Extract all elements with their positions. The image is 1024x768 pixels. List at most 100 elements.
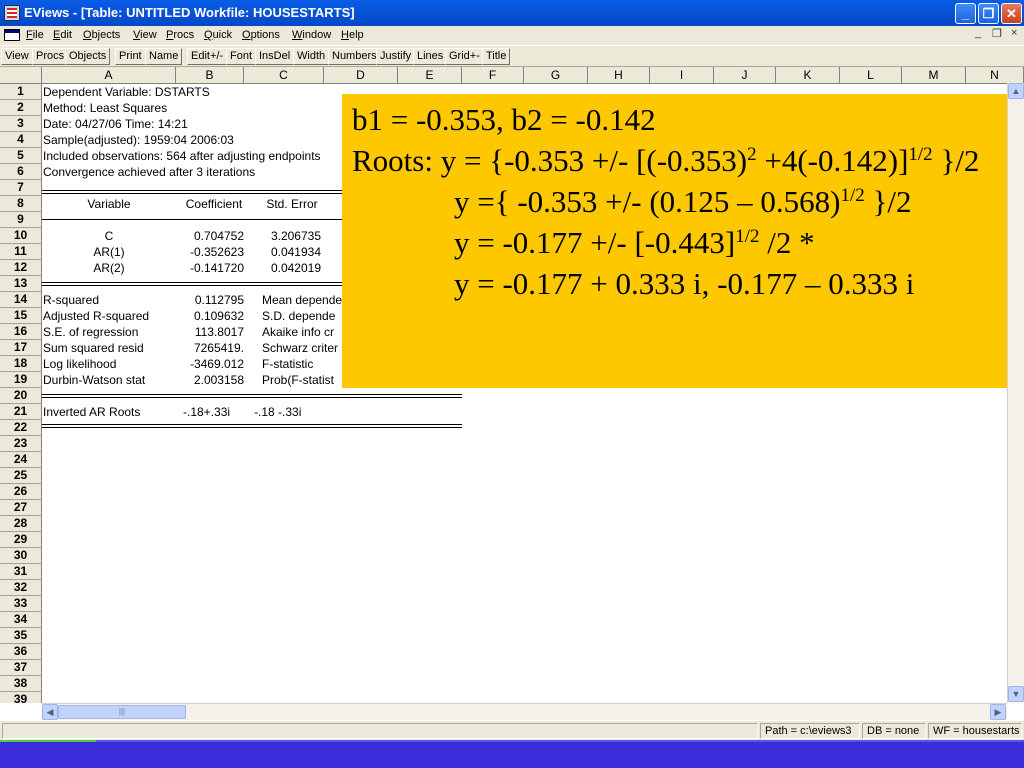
- column-header-c[interactable]: C: [244, 67, 324, 84]
- stat-value[interactable]: 7265419.: [176, 340, 244, 356]
- stat-label[interactable]: Adjusted R-squared: [43, 308, 149, 324]
- row-header-26[interactable]: 26: [0, 484, 42, 500]
- column-header-k[interactable]: K: [776, 67, 840, 84]
- menu-window[interactable]: Window: [292, 29, 331, 41]
- row-header-5[interactable]: 5: [0, 148, 42, 164]
- row-header-8[interactable]: 8: [0, 196, 42, 212]
- row-header-27[interactable]: 27: [0, 500, 42, 516]
- convergence-cell[interactable]: Convergence achieved after 3 iterations: [43, 164, 255, 180]
- toolbar-font-button[interactable]: Font: [226, 48, 257, 65]
- eviews-app-icon[interactable]: [4, 5, 20, 21]
- row-header-31[interactable]: 31: [0, 564, 42, 580]
- row-header-11[interactable]: 11: [0, 244, 42, 260]
- row-header-4[interactable]: 4: [0, 132, 42, 148]
- row-header-37[interactable]: 37: [0, 660, 42, 676]
- select-all-corner[interactable]: [0, 67, 42, 84]
- row-header-33[interactable]: 33: [0, 596, 42, 612]
- row-header-16[interactable]: 16: [0, 324, 42, 340]
- menu-view[interactable]: View: [133, 29, 157, 41]
- column-header-m[interactable]: M: [902, 67, 966, 84]
- coefficient-header[interactable]: Coefficient: [176, 196, 252, 212]
- horizontal-scrollbar[interactable]: ◀ ||| ▶: [42, 703, 1007, 720]
- row-header-3[interactable]: 3: [0, 116, 42, 132]
- menu-options[interactable]: Options: [242, 29, 280, 41]
- table-row-coefficient[interactable]: -0.352623: [176, 244, 244, 260]
- inverted-ar-roots-label[interactable]: Inverted AR Roots: [43, 404, 140, 420]
- toolbar-width-button[interactable]: Width: [293, 48, 330, 65]
- row-header-38[interactable]: 38: [0, 676, 42, 692]
- table-row-coefficient[interactable]: -0.141720: [176, 260, 244, 276]
- toolbar-numbers-button[interactable]: Numbers: [328, 48, 381, 65]
- stat-label[interactable]: S.E. of regression: [43, 324, 138, 340]
- toolbar-lines-button[interactable]: Lines: [413, 48, 448, 65]
- row-header-2[interactable]: 2: [0, 100, 42, 116]
- row-header-17[interactable]: 17: [0, 340, 42, 356]
- row-header-15[interactable]: 15: [0, 308, 42, 324]
- row-header-24[interactable]: 24: [0, 452, 42, 468]
- table-row-coefficient[interactable]: 0.704752: [176, 228, 244, 244]
- scroll-right-icon[interactable]: ▶: [990, 704, 1006, 720]
- stat-value[interactable]: 113.8017: [176, 324, 244, 340]
- stat-label-2[interactable]: F-statistic: [262, 356, 313, 372]
- stat-label[interactable]: Log likelihood: [43, 356, 116, 372]
- menu-procs[interactable]: Procs: [166, 29, 194, 41]
- menu-objects[interactable]: Objects: [83, 29, 120, 41]
- column-header-d[interactable]: D: [324, 67, 398, 84]
- stat-label-2[interactable]: Schwarz criter: [262, 340, 338, 356]
- column-header-n[interactable]: N: [966, 67, 1024, 84]
- row-header-10[interactable]: 10: [0, 228, 42, 244]
- toolbar-objects-button[interactable]: Objects: [65, 48, 111, 65]
- restore-button[interactable]: ❐: [978, 3, 999, 24]
- stat-value[interactable]: 0.109632: [176, 308, 244, 324]
- row-header-32[interactable]: 32: [0, 580, 42, 596]
- toolbar-grid-button[interactable]: Grid+-: [445, 48, 484, 65]
- row-header-7[interactable]: 7: [0, 180, 42, 196]
- mdi-restore-button[interactable]: ❐: [992, 27, 1002, 40]
- row-header-34[interactable]: 34: [0, 612, 42, 628]
- row-header-29[interactable]: 29: [0, 532, 42, 548]
- observations-cell[interactable]: Included observations: 564 after adjusti…: [43, 148, 321, 164]
- menu-help[interactable]: Help: [341, 29, 364, 41]
- row-header-20[interactable]: 20: [0, 388, 42, 404]
- row-header-18[interactable]: 18: [0, 356, 42, 372]
- stat-label-2[interactable]: S.D. depende: [262, 308, 335, 324]
- sample-cell[interactable]: Sample(adjusted): 1959:04 2006:03: [43, 132, 234, 148]
- inverted-ar-root-2[interactable]: -.18 -.33i: [254, 404, 301, 420]
- dependent-variable-cell[interactable]: Dependent Variable: DSTARTS: [43, 84, 210, 100]
- inverted-ar-root-1[interactable]: -.18+.33i: [183, 404, 230, 420]
- stat-value[interactable]: 2.003158: [176, 372, 244, 388]
- row-header-12[interactable]: 12: [0, 260, 42, 276]
- toolbar-print-button[interactable]: Print: [115, 48, 146, 65]
- row-header-21[interactable]: 21: [0, 404, 42, 420]
- column-header-a[interactable]: A: [42, 67, 176, 84]
- stat-label-2[interactable]: Mean depende: [262, 292, 342, 308]
- minimize-button[interactable]: _: [955, 3, 976, 24]
- column-header-l[interactable]: L: [840, 67, 902, 84]
- document-icon[interactable]: [4, 29, 20, 41]
- table-row-variable[interactable]: C: [42, 228, 176, 244]
- row-header-36[interactable]: 36: [0, 644, 42, 660]
- column-header-i[interactable]: I: [650, 67, 714, 84]
- std-error-header[interactable]: Std. Error: [252, 196, 332, 212]
- row-header-39[interactable]: 39: [0, 692, 42, 703]
- menu-edit[interactable]: Edit: [53, 29, 72, 41]
- stat-label[interactable]: R-squared: [43, 292, 99, 308]
- toolbar-insdel-button[interactable]: InsDel: [255, 48, 295, 65]
- date-cell[interactable]: Date: 04/27/06 Time: 14:21: [43, 116, 188, 132]
- mdi-minimize-button[interactable]: _: [975, 27, 981, 39]
- menu-file[interactable]: File: [26, 29, 44, 41]
- row-header-19[interactable]: 19: [0, 372, 42, 388]
- table-row-std-error[interactable]: 0.041934: [244, 244, 321, 260]
- table-row-std-error[interactable]: 3.206735: [244, 228, 321, 244]
- stat-label-2[interactable]: Akaike info cr: [262, 324, 334, 340]
- row-header-25[interactable]: 25: [0, 468, 42, 484]
- toolbar-title-button[interactable]: Title: [482, 48, 511, 65]
- row-header-35[interactable]: 35: [0, 628, 42, 644]
- column-header-b[interactable]: B: [176, 67, 244, 84]
- row-header-9[interactable]: 9: [0, 212, 42, 228]
- scroll-up-icon[interactable]: ▲: [1008, 83, 1024, 99]
- table-row-std-error[interactable]: 0.042019: [244, 260, 321, 276]
- column-header-f[interactable]: F: [462, 67, 524, 84]
- stat-label[interactable]: Durbin-Watson stat: [43, 372, 145, 388]
- toolbar-edit-button[interactable]: Edit+/-: [187, 48, 228, 65]
